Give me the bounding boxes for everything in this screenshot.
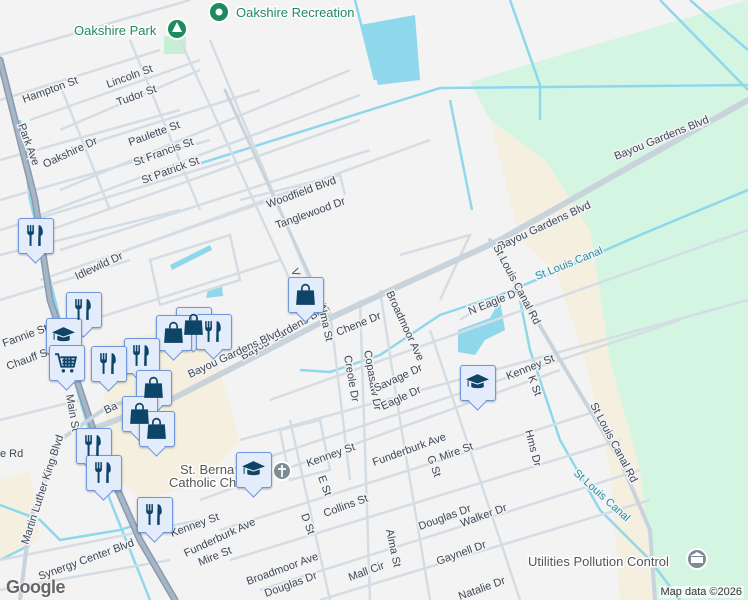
restaurant-marker[interactable]: [86, 455, 122, 501]
pin-icon: [215, 8, 223, 16]
shopping-bag-icon: [141, 375, 166, 400]
poi-oakshire-recreation[interactable]: Oakshire Recreation: [208, 1, 356, 23]
restaurant-icon: [71, 297, 96, 322]
school-marker[interactable]: [460, 365, 496, 411]
restaurant-icon: [81, 433, 106, 458]
street-label: Mall Cir: [347, 560, 386, 584]
poi-label: Oakshire Park: [74, 23, 157, 38]
restaurant-icon: [96, 351, 121, 376]
map-canvas[interactable]: Hampton St Lincoln St Tudor St Park Ave …: [0, 0, 748, 600]
restaurant-icon: [142, 502, 167, 527]
street-label: Fannie St: [1, 322, 49, 349]
poi-label: Oakshire Recreation: [236, 5, 355, 20]
map-attribution[interactable]: Map data ©2026: [658, 586, 744, 598]
shopping-bag-icon: [293, 282, 318, 307]
street-label: Hms Dr: [522, 429, 543, 468]
street-label: E St: [315, 474, 333, 498]
shopping-cart-marker[interactable]: [49, 345, 85, 391]
school-icon: [241, 457, 266, 482]
restaurant-marker[interactable]: [18, 218, 54, 264]
shopping-cart-icon: [54, 350, 79, 375]
restaurant-marker[interactable]: [196, 314, 232, 360]
school-icon: [51, 323, 76, 348]
restaurant-icon: [91, 460, 116, 485]
street-label: e Rd: [0, 448, 23, 460]
restaurant-icon: [129, 343, 154, 368]
restaurant-icon: [201, 319, 226, 344]
school-icon: [465, 370, 490, 395]
shopping-marker[interactable]: [288, 277, 324, 323]
street-label: Natalie Dr: [457, 575, 507, 600]
restaurant-marker[interactable]: [137, 497, 173, 543]
street-label: Mire St: [438, 441, 475, 464]
school-marker[interactable]: [236, 452, 272, 498]
shopping-bag-icon: [144, 416, 169, 441]
restaurant-icon: [23, 223, 48, 248]
shopping-bag-icon: [161, 320, 186, 345]
poi-oakshire-park[interactable]: Oakshire Park: [73, 18, 188, 40]
street-label: Gaynell Dr: [435, 539, 488, 568]
restaurant-marker[interactable]: [91, 346, 127, 392]
street-label: Alma St: [383, 528, 403, 568]
street-label: Chauff St: [5, 346, 52, 373]
street-label: D St: [298, 512, 317, 536]
poi-label: Utilities Pollution Control: [528, 554, 669, 569]
poi-st-bernadette[interactable]: St. Berna Catholic Ch: [168, 461, 292, 492]
shopping-marker[interactable]: [139, 411, 175, 457]
google-logo: Google: [6, 577, 66, 597]
poi-label: Catholic Ch: [169, 475, 236, 490]
